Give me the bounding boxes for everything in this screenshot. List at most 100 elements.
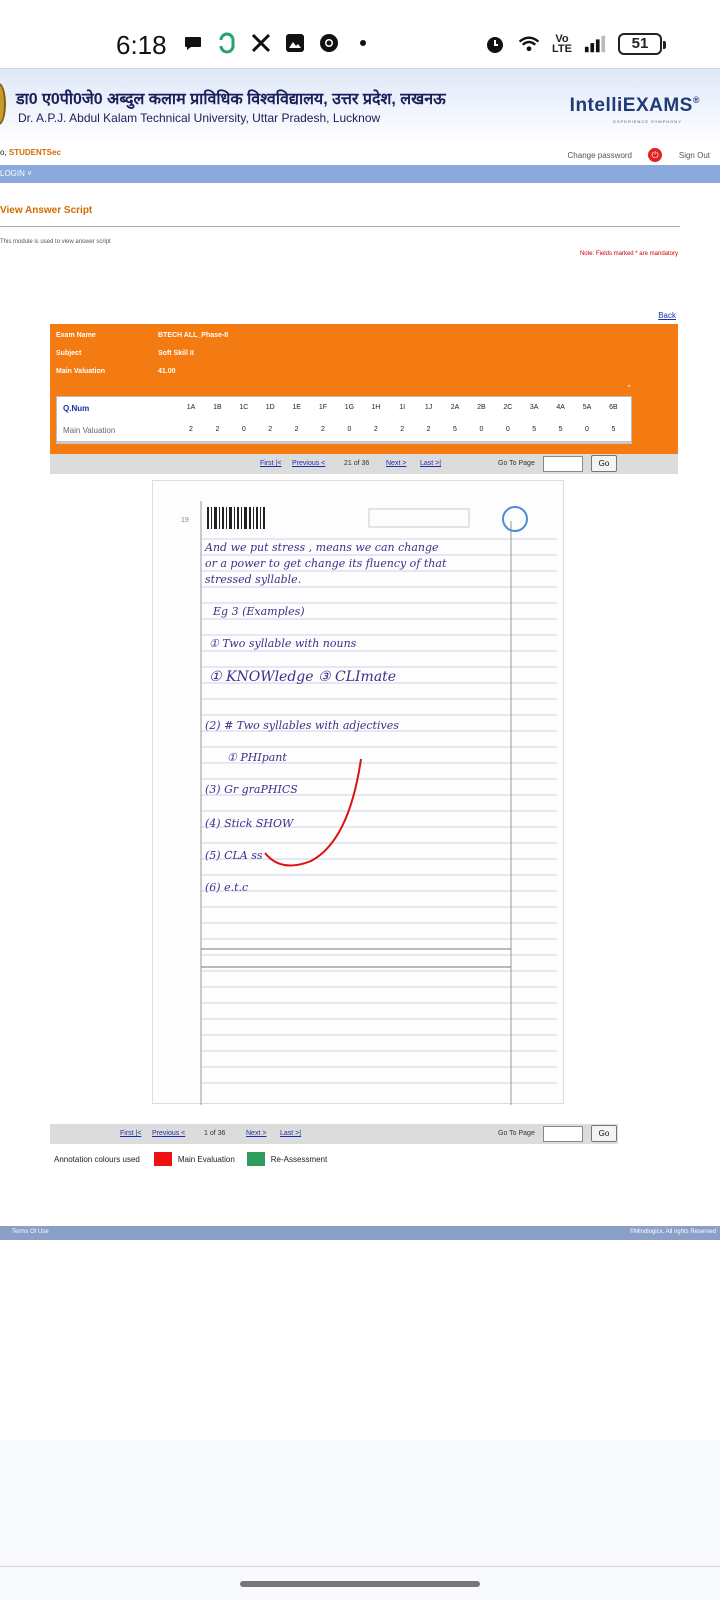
question-number: 1G [344,404,355,411]
image-icon [284,32,306,54]
reassessment-label: Re-Assessment [270,1154,328,1164]
user-name: STUDENTSec [8,148,61,157]
handwritten-line: (3) Gr graPHICS [205,783,298,796]
question-mark: 5 [453,426,457,433]
question-mark: 0 [241,426,246,433]
brand-reg: ® [692,95,700,105]
handwritten-line: (6) e.t.c [205,881,249,894]
page-status: 21 of 36 [344,460,370,467]
marks-table: Q.Num 1A 1B 1C 1D 1E 1F 1G 1H 1I 1J 2A 2B 2C 3A 4A 5A 6B… [56,396,632,444]
page-status: 1 of 36 [204,1130,226,1137]
handwritten-line: Eg 3 (Examples) [213,605,305,618]
question-mark: 2 [268,426,273,433]
go-button[interactable]: Go [591,455,617,472]
handwritten-line: ① KNOWledge ③ CLImate [209,669,397,685]
question-number: 1J [424,404,433,411]
english-title: Dr. A.P.J. Abdul Kalam Technical Univers… [18,111,381,125]
question-number: 6B [609,404,618,411]
handwritten-line: (2) # Two syllables with adjectives [205,719,399,732]
goto-page-input[interactable] [543,456,583,472]
sheet-page-number: 19 [181,517,189,524]
last-page-link[interactable]: Last >| [420,460,441,467]
home-gesture-bar[interactable] [240,1581,480,1587]
handwritten-line: ① PHIpant [227,751,287,764]
volte-label: Vo LTE [552,33,572,55]
status-time: 6:18 [116,30,167,60]
question-mark: 5 [611,426,616,433]
x-icon [250,32,272,54]
question-mark: 0 [585,426,589,433]
question-mark: 2 [189,426,193,433]
intelliexams-logo: IntelliEXAMS® [570,95,700,117]
power-icon[interactable]: ⏻ [648,148,662,162]
sign-out-link[interactable]: Sign Out [679,151,710,160]
handwritten-line: And we put stress , means we can change [205,541,439,554]
question-mark: 2 [426,426,431,433]
question-number: 4A [556,404,565,411]
brand-tagline: EXPERIENCE SYMPHONY [613,119,682,124]
question-mark: 2 [400,426,405,433]
question-number: 1A [186,404,196,411]
reassessment-swatch [246,1152,265,1166]
goto-page-input[interactable] [543,1126,583,1142]
main-valuation-label: Main Valuation [56,368,106,375]
previous-page-link[interactable]: Previous < [152,1130,185,1137]
dot-icon [352,32,374,54]
first-page-link[interactable]: First |< [260,460,281,467]
g-app-icon [216,32,238,54]
user-greeting: o, STUDENTSec [0,148,61,157]
qnum-header: Q.Num [63,404,90,413]
alarm-icon [484,33,506,55]
terms-link[interactable]: Terms Of Use [12,1229,49,1235]
back-link[interactable]: Back [658,311,676,320]
university-logo [0,83,6,125]
brand-name: IntelliEXAMS [569,95,693,116]
question-mark: 5 [558,426,563,433]
title-divider [0,226,680,227]
question-mark: 2 [215,426,220,433]
question-number: 1H [371,404,381,411]
question-mark: 2 [294,426,299,433]
subject-value: Soft Skill II [158,350,194,357]
question-number: 1C [239,404,249,411]
chrome-icon [318,32,340,54]
last-page-link[interactable]: Last >| [280,1130,301,1137]
question-number: 1F [318,404,328,411]
user-prefix: o, [0,148,7,157]
collapse-icon[interactable]: ⌃ [626,384,632,392]
module-note: This module is used to view answer scrip… [0,239,111,245]
question-mark: 2 [321,426,325,433]
notification-icons [182,32,374,54]
question-mark: 0 [505,426,510,433]
signal-icon [584,33,606,55]
question-mark: 5 [532,426,537,433]
qnum-row: Q.Num 1A 1B 1C 1D 1E 1F 1G 1H 1I 1J 2A 2B 2C 3A 4A 5A 6B [57,399,633,421]
user-bar: o, STUDENTSec Change password ⏻ Sign Out [0,146,720,164]
handwritten-line: ① Two syllable with nouns [209,637,357,650]
web-page: डा0 ए0पी0जे0 अब्दुल कलाम प्राविधिक विश्व… [0,68,720,1440]
change-password-link[interactable]: Change password [568,151,632,160]
question-number: 2C [503,404,513,411]
next-page-link[interactable]: Next > [246,1130,266,1137]
exam-details-panel: Exam Name BTECH ALL_Phase-II Subject Sof… [50,324,678,474]
chat-bubble-icon [182,32,204,54]
goto-label: Go To Page [498,460,535,467]
main-evaluation-swatch [153,1152,172,1166]
previous-page-link[interactable]: Previous < [292,460,325,467]
question-mark: 0 [479,426,484,433]
answer-script-image: 19 And we put stress , means we can chan… [152,480,564,1105]
question-mark: 2 [373,426,378,433]
nav-divider [0,1566,720,1567]
annotation-legend: Annotation colours used Main Evaluation … [54,1152,327,1166]
pager-top: First |< Previous < 21 of 36 Next > Last… [50,454,678,474]
first-page-link[interactable]: First |< [120,1130,141,1137]
valuation-header: Main Valuation [63,426,116,435]
login-menu[interactable]: LOGIN ˅ [0,169,32,178]
question-number: 1I [399,404,406,411]
next-page-link[interactable]: Next > [386,460,406,467]
handwritten-line: stressed syllable. [205,573,302,586]
copyright: ©Mindlogicx. All rights Reserved [629,1229,716,1235]
go-button[interactable]: Go [591,1125,617,1142]
handwritten-line: or a power to get change its fluency of … [205,557,447,570]
legend-label: Annotation colours used [54,1154,140,1164]
